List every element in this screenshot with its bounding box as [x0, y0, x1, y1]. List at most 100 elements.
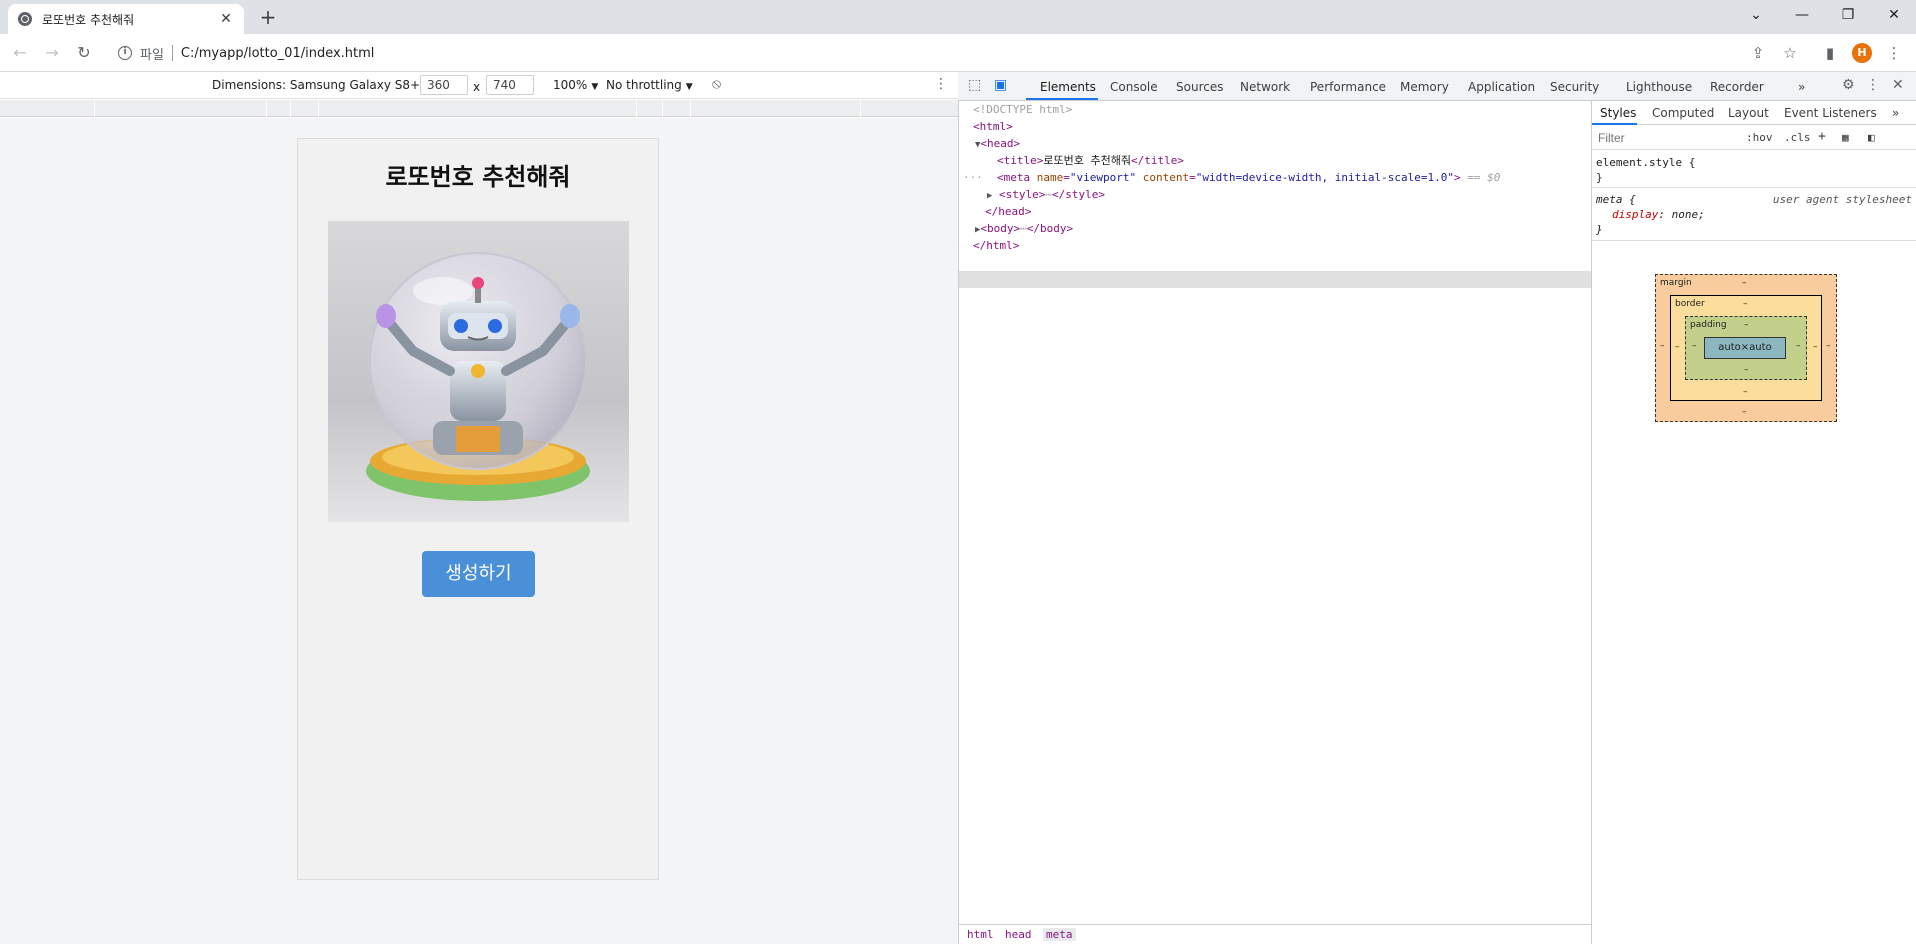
- rotate-icon[interactable]: ⦸: [712, 76, 721, 92]
- devtools-menu-icon[interactable]: ⋮: [1866, 77, 1880, 93]
- device-dimensions-select[interactable]: Dimensions: Samsung Galaxy S8+▼: [212, 78, 431, 92]
- body-node[interactable]: ▶<body>⋯</body>: [975, 220, 1073, 237]
- active-tab-indicator: [1026, 98, 1098, 100]
- navigation-bar: ← → ↻ i 파일 C:/myapp/lotto_01/index.html: [0, 34, 1916, 72]
- tab-console[interactable]: Console: [1110, 80, 1158, 94]
- element-style-rule[interactable]: element.style {: [1596, 156, 1695, 169]
- tab-computed[interactable]: Computed: [1652, 106, 1714, 120]
- media-query-ruler[interactable]: [0, 100, 958, 117]
- row-menu-icon[interactable]: ···: [963, 169, 983, 186]
- dimension-times: x: [473, 80, 481, 94]
- throttling-value: No throttling: [606, 78, 682, 92]
- meta-selector[interactable]: meta {: [1596, 193, 1636, 206]
- back-icon[interactable]: ←: [8, 42, 32, 64]
- zoom-value: 100%: [553, 78, 588, 92]
- box-model-margin[interactable]: margin – – – – border – – – – padding – …: [1655, 274, 1837, 422]
- url-text[interactable]: C:/myapp/lotto_01/index.html: [181, 46, 375, 61]
- device-toolbar: Dimensions: Samsung Galaxy S8+▼ 360 x 74…: [0, 72, 958, 99]
- tab-application[interactable]: Application: [1468, 80, 1535, 94]
- styles-filter-input[interactable]: [1598, 129, 1738, 147]
- close-window-button[interactable]: ✕: [1880, 4, 1908, 26]
- styles-tabbar: Styles Computed Layout Event Listeners »: [1592, 101, 1916, 125]
- title-node[interactable]: <title>로또번호 추천해줘</title>: [997, 152, 1184, 169]
- border-label: border: [1675, 299, 1705, 309]
- height-input[interactable]: 740: [486, 75, 534, 95]
- class-toggle-button[interactable]: .cls: [1784, 131, 1811, 144]
- tab-lighthouse[interactable]: Lighthouse: [1626, 80, 1692, 94]
- info-icon[interactable]: i: [118, 46, 132, 60]
- close-tab-icon[interactable]: ✕: [218, 11, 234, 27]
- ua-stylesheet-label: user agent stylesheet: [1772, 193, 1912, 206]
- style-node[interactable]: ▶ <style>⋯</style>: [987, 186, 1105, 203]
- new-tab-button[interactable]: +: [256, 6, 280, 30]
- breadcrumb-html[interactable]: html: [967, 928, 994, 941]
- selected-row-highlight: [959, 271, 1591, 288]
- box-model-content[interactable]: auto×auto: [1704, 337, 1786, 359]
- tab-event-listeners[interactable]: Event Listeners: [1784, 106, 1877, 120]
- tab-security[interactable]: Security: [1550, 80, 1599, 94]
- more-tabs-icon[interactable]: »: [1892, 106, 1899, 120]
- rule-close-brace: }: [1596, 171, 1603, 184]
- inspect-element-icon[interactable]: ⬚: [968, 77, 981, 93]
- generate-button[interactable]: 생성하기: [422, 551, 535, 597]
- browser-tab[interactable]: 로또번호 추천해줘 ✕: [8, 4, 244, 34]
- throttling-select[interactable]: No throttling ▼: [606, 78, 693, 92]
- box-model-border[interactable]: border – – – – padding – – – – auto×auto: [1670, 295, 1822, 401]
- rule-close-brace: }: [1596, 223, 1603, 236]
- reload-icon[interactable]: ↻: [72, 42, 96, 64]
- divider: [171, 45, 173, 61]
- bookmark-star-icon[interactable]: ☆: [1780, 43, 1800, 63]
- tab-styles[interactable]: Styles: [1600, 106, 1636, 120]
- tab-memory[interactable]: Memory: [1400, 80, 1449, 94]
- more-options-icon[interactable]: ⋮: [934, 76, 948, 92]
- globe-icon: [18, 12, 32, 26]
- page-title: 로또번호 추천해줘: [385, 163, 571, 191]
- head-node[interactable]: ▼<head>: [975, 135, 1020, 152]
- close-devtools-icon[interactable]: ✕: [1892, 77, 1904, 93]
- head-close-node[interactable]: </head>: [985, 203, 1031, 220]
- side-panel-icon[interactable]: ▮: [1820, 43, 1840, 63]
- scheme-label: 파일: [140, 47, 164, 63]
- more-tabs-icon[interactable]: »: [1798, 80, 1805, 94]
- tab-sources[interactable]: Sources: [1176, 80, 1223, 94]
- width-input[interactable]: 360: [420, 75, 468, 95]
- share-icon[interactable]: ⇪: [1748, 43, 1768, 63]
- device-toggle-icon[interactable]: ▣: [994, 77, 1007, 93]
- address-bar[interactable]: i 파일 C:/myapp/lotto_01/index.html: [110, 39, 1740, 67]
- styles-sidebar: Styles Computed Layout Event Listeners »…: [1591, 101, 1916, 944]
- doctype-node[interactable]: <!DOCTYPE html>: [973, 101, 1072, 118]
- divider: [1592, 240, 1916, 241]
- tab-layout[interactable]: Layout: [1728, 106, 1769, 120]
- breadcrumb-meta[interactable]: meta: [1043, 928, 1076, 941]
- tab-network[interactable]: Network: [1240, 80, 1290, 94]
- meta-node[interactable]: <meta name="viewport" content="width=dev…: [997, 169, 1500, 186]
- device-screen: 로또번호 추천해줘 생성하기: [297, 138, 659, 880]
- restore-button[interactable]: ❐: [1834, 4, 1862, 26]
- caret-down-icon: ▼: [685, 82, 693, 92]
- new-rule-icon[interactable]: +: [1818, 129, 1826, 144]
- tab-elements[interactable]: Elements: [1040, 80, 1096, 94]
- minimize-button[interactable]: —: [1788, 4, 1816, 26]
- paint-icon[interactable]: ▦: [1842, 131, 1849, 144]
- html-close-node[interactable]: </html>: [973, 237, 1019, 254]
- collapsed-triangle-icon[interactable]: ▶: [987, 191, 992, 201]
- sidebar-toggle-icon[interactable]: ◧: [1868, 131, 1875, 144]
- zoom-select[interactable]: 100% ▼: [553, 78, 598, 92]
- chrome-menu-icon[interactable]: ⋮: [1884, 43, 1904, 63]
- elements-tree: <!DOCTYPE html> <html> ▼<head> <title>로또…: [959, 101, 1591, 924]
- profile-avatar[interactable]: H: [1852, 43, 1872, 63]
- hover-state-button[interactable]: :hov: [1746, 131, 1773, 144]
- tab-recorder[interactable]: Recorder: [1710, 80, 1764, 94]
- tab-strip: [0, 0, 1916, 34]
- box-model-padding[interactable]: padding – – – – auto×auto: [1685, 316, 1807, 380]
- forward-icon[interactable]: →: [40, 42, 64, 64]
- divider: [1592, 187, 1916, 188]
- gear-icon[interactable]: ⚙: [1842, 77, 1855, 93]
- breadcrumb-head[interactable]: head: [1005, 928, 1032, 941]
- display-declaration[interactable]: display: none;: [1612, 208, 1705, 221]
- html-node[interactable]: <html>: [973, 118, 1013, 135]
- tab-search-icon[interactable]: ⌄: [1742, 4, 1770, 26]
- caret-down-icon: ▼: [591, 82, 599, 92]
- tab-title: 로또번호 추천해줘: [42, 12, 135, 27]
- tab-performance[interactable]: Performance: [1310, 80, 1386, 94]
